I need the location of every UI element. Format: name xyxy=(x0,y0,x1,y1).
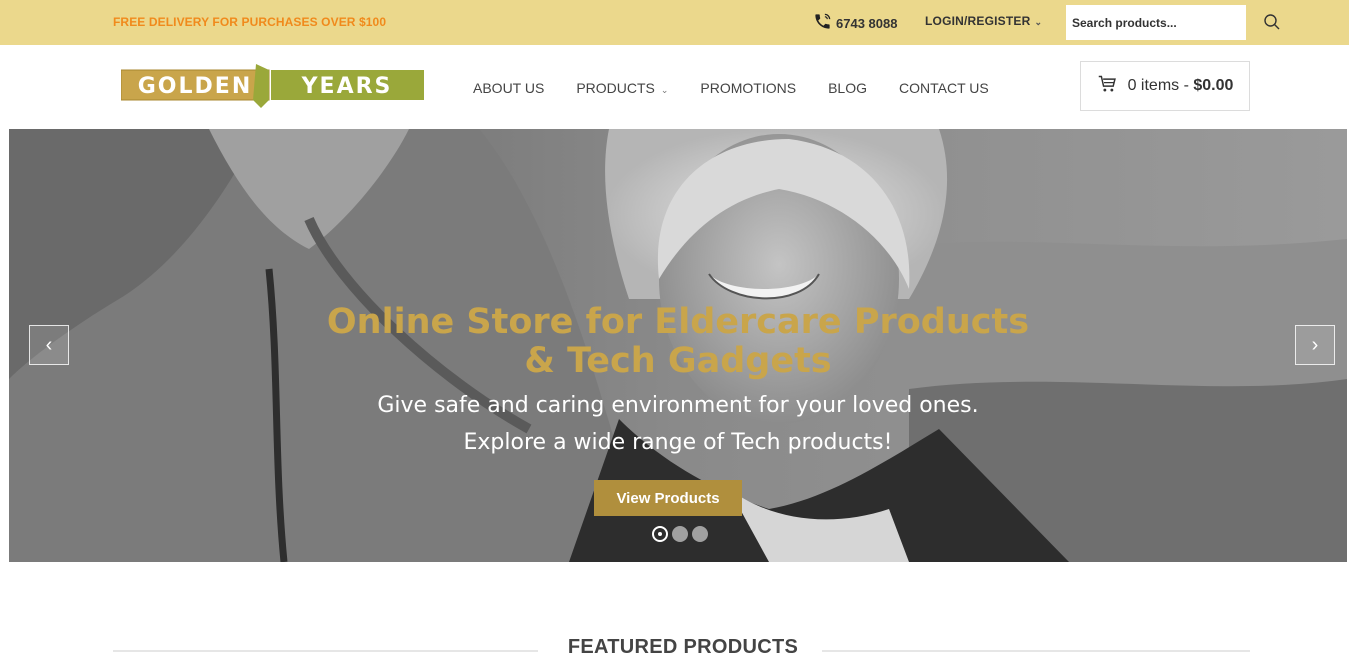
top-bar: FREE DELIVERY FOR PURCHASES OVER $100 67… xyxy=(0,0,1349,45)
hero-subtitle-line1: Give safe and caring environment for you… xyxy=(377,393,979,418)
golden-years-logo[interactable]: GOLDEN YEARS xyxy=(120,62,424,108)
svg-text:YEARS: YEARS xyxy=(301,74,393,99)
slider-dot-1[interactable] xyxy=(652,526,668,542)
featured-products-title: FEATURED PRODUCTS xyxy=(567,636,799,654)
phone-number[interactable]: 6743 8088 xyxy=(813,12,897,34)
chevron-down-icon: ⌄ xyxy=(660,85,669,95)
login-register-label: LOGIN/REGISTER xyxy=(925,14,1031,28)
cart-button[interactable]: 0 items - $0.00 xyxy=(1080,61,1250,111)
hero-subtitle-line2: Explore a wide range of Tech products! xyxy=(463,430,893,455)
cart-summary: 0 items - $0.00 xyxy=(1128,77,1234,95)
cart-icon xyxy=(1097,73,1118,99)
divider-left xyxy=(113,650,538,652)
nav-products-label: PRODUCTS xyxy=(576,80,655,96)
hero-title-line2: & Tech Gadgets xyxy=(524,341,832,381)
phone-number-text: 6743 8088 xyxy=(836,15,898,31)
slider-prev-button[interactable]: ‹ xyxy=(29,325,69,365)
main-nav: ABOUT US PRODUCTS ⌄ PROMOTIONS BLOG CONTA… xyxy=(473,80,1021,96)
nav-blog-label: BLOG xyxy=(828,80,867,96)
cart-total: $0.00 xyxy=(1193,77,1234,94)
svg-text:GOLDEN: GOLDEN xyxy=(138,74,252,99)
search-icon[interactable] xyxy=(1262,12,1282,32)
chevron-down-icon: ⌄ xyxy=(1034,17,1043,27)
hero-title: Online Store for Eldercare Products & Te… xyxy=(9,303,1347,381)
nav-promotions-label: PROMOTIONS xyxy=(700,80,797,96)
chevron-right-icon: › xyxy=(1311,333,1319,356)
slider-dots xyxy=(652,526,708,542)
nav-about-us-label: ABOUT US xyxy=(473,80,545,96)
view-products-button[interactable]: View Products xyxy=(594,480,742,516)
nav-products[interactable]: PRODUCTS ⌄ xyxy=(576,80,668,96)
main-header: GOLDEN YEARS ABOUT US PRODUCTS ⌄ PROMOTIO… xyxy=(0,45,1349,129)
cart-items: 0 items - xyxy=(1127,77,1194,94)
nav-about-us[interactable]: ABOUT US xyxy=(473,80,544,96)
chevron-left-icon: ‹ xyxy=(45,333,53,356)
free-delivery-notice: FREE DELIVERY FOR PURCHASES OVER $100 xyxy=(113,15,387,29)
divider-right xyxy=(822,650,1250,652)
nav-blog[interactable]: BLOG xyxy=(828,80,867,96)
hero-slider: Online Store for Eldercare Products & Te… xyxy=(9,129,1347,562)
slider-dot-2[interactable] xyxy=(672,526,688,542)
login-register-link[interactable]: LOGIN/REGISTER ⌄ xyxy=(925,14,1042,28)
featured-products-section: FEATURED PRODUCTS xyxy=(113,628,1250,654)
nav-contact-us[interactable]: CONTACT US xyxy=(899,80,989,96)
hero-title-line1: Online Store for Eldercare Products xyxy=(326,302,1030,342)
phone-icon xyxy=(813,12,832,34)
search-input[interactable]: Search products... xyxy=(1066,5,1246,40)
hero-subtitle: Give safe and caring environment for you… xyxy=(9,387,1347,461)
nav-promotions[interactable]: PROMOTIONS xyxy=(700,80,796,96)
slider-dot-3[interactable] xyxy=(692,526,708,542)
nav-contact-us-label: CONTACT US xyxy=(899,80,989,96)
slider-next-button[interactable]: › xyxy=(1295,325,1335,365)
